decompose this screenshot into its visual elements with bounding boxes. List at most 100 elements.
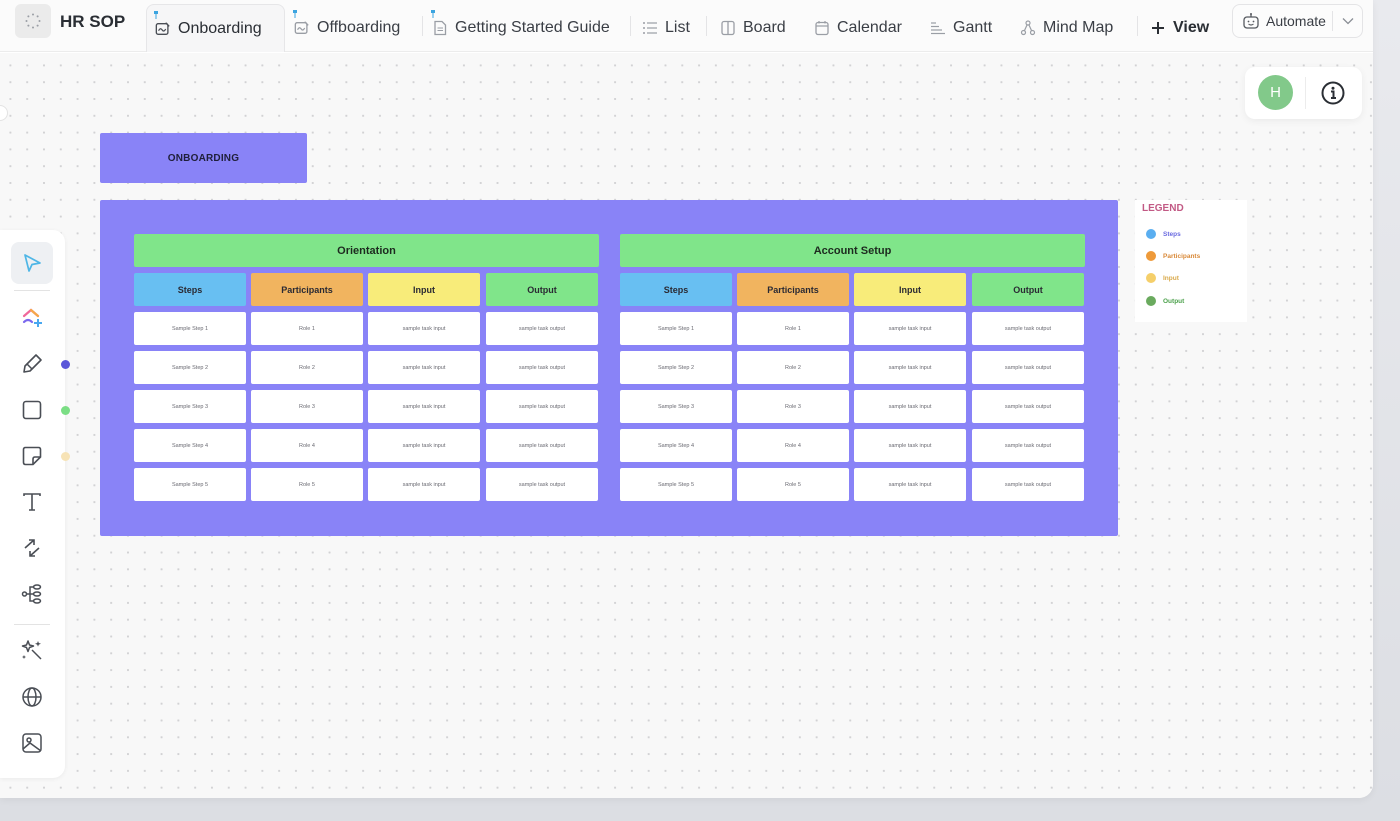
space-icon[interactable] [15, 4, 51, 38]
connector-arrows-icon [24, 539, 40, 557]
table-cell[interactable]: Sample Step 2 [620, 351, 732, 384]
table-cell[interactable]: sample task output [486, 390, 598, 423]
table-cell[interactable]: Sample Step 4 [620, 429, 732, 462]
collaborators-panel: H [1245, 67, 1362, 119]
section-title[interactable]: Account Setup [620, 234, 1085, 267]
tab-label: Getting Started Guide [455, 19, 610, 36]
tab-label: Gantt [953, 19, 993, 36]
table-cell[interactable]: Role 5 [737, 468, 849, 501]
tab-mind-map[interactable]: Mind Map [1012, 4, 1121, 52]
tab-list[interactable]: List [634, 4, 698, 52]
table-cell[interactable]: sample task output [486, 351, 598, 384]
avatar[interactable]: H [1258, 75, 1293, 110]
table-cell[interactable]: sample task output [486, 468, 598, 501]
legend-dot [1146, 273, 1156, 283]
table-cell[interactable]: sample task output [972, 429, 1084, 462]
avatar-initial: H [1270, 84, 1281, 101]
legend-label: Participants [1163, 252, 1201, 260]
view-tabs-bar: HR SOP Onboarding Offboarding Getting St… [0, 0, 1373, 52]
sidebar-collapse-handle[interactable] [0, 105, 8, 121]
pen-color-indicator[interactable] [61, 360, 70, 369]
column-header-output[interactable]: Output [972, 273, 1084, 306]
ai-magic-tool[interactable] [11, 629, 53, 671]
table-cell[interactable]: sample task output [972, 312, 1084, 345]
table-cell[interactable]: Sample Step 5 [134, 468, 246, 501]
table-cell[interactable]: Sample Step 2 [134, 351, 246, 384]
table-cell[interactable]: sample task output [486, 312, 598, 345]
sticky-note-tool[interactable] [11, 435, 53, 477]
mindmap-tool[interactable] [11, 573, 53, 615]
sop-board[interactable]: Orientation Steps Participants Input Output S… [100, 200, 1118, 536]
table-cell[interactable]: sample task input [368, 468, 480, 501]
shape-tool[interactable] [11, 389, 53, 431]
whiteboard-canvas[interactable]: ONBOARDING Orientation Steps Participants I… [0, 53, 1373, 798]
mindmap-icon [21, 584, 42, 604]
column-header-steps[interactable]: Steps [134, 273, 246, 306]
tab-onboarding[interactable]: Onboarding [146, 4, 285, 52]
table-cell[interactable]: Role 2 [737, 351, 849, 384]
pen-tool[interactable] [11, 343, 53, 385]
automate-dropdown[interactable] [1332, 11, 1362, 31]
table-cell[interactable]: Sample Step 4 [134, 429, 246, 462]
gantt-icon [930, 20, 946, 36]
column-header-input[interactable]: Input [368, 273, 480, 306]
table-cell[interactable]: sample task input [368, 390, 480, 423]
table-cell[interactable]: sample task input [854, 390, 966, 423]
table-cell[interactable]: sample task output [972, 351, 1084, 384]
embed-tool[interactable] [11, 676, 53, 718]
legend[interactable]: LEGEND Steps Participants Input Output [1135, 200, 1247, 322]
table-cell[interactable]: sample task output [486, 429, 598, 462]
column-header-participants[interactable]: Participants [737, 273, 849, 306]
select-tool[interactable] [11, 242, 53, 284]
table-cell[interactable]: sample task output [972, 468, 1084, 501]
connector-tool[interactable] [11, 527, 53, 569]
column-header-participants[interactable]: Participants [251, 273, 363, 306]
column-header-steps[interactable]: Steps [620, 273, 732, 306]
tab-getting-started-guide[interactable]: Getting Started Guide [424, 4, 618, 52]
text-tool[interactable] [11, 481, 53, 523]
whiteboard-icon [155, 21, 171, 37]
legend-title: LEGEND [1142, 203, 1184, 214]
onboarding-title-card[interactable]: ONBOARDING [100, 133, 307, 183]
pin-icon [293, 10, 297, 18]
table-cell[interactable]: Sample Step 5 [620, 468, 732, 501]
image-tool[interactable] [11, 722, 53, 764]
table-cell[interactable]: sample task input [854, 312, 966, 345]
info-button[interactable] [1320, 80, 1346, 106]
automate-button[interactable]: Automate [1232, 4, 1363, 38]
table-cell[interactable]: Role 1 [737, 312, 849, 345]
table-cell[interactable]: Role 4 [737, 429, 849, 462]
shape-color-indicator[interactable] [61, 406, 70, 415]
table-cell[interactable]: Role 3 [737, 390, 849, 423]
tab-board[interactable]: Board [712, 4, 794, 52]
tab-label: Onboarding [178, 19, 262, 37]
tab-gantt[interactable]: Gantt [922, 4, 1000, 52]
tab-offboarding[interactable]: Offboarding [286, 4, 408, 52]
add-view-button[interactable]: View [1142, 4, 1217, 52]
table-cell[interactable]: sample task input [854, 429, 966, 462]
column-header-output[interactable]: Output [486, 273, 598, 306]
column-header-input[interactable]: Input [854, 273, 966, 306]
table-cell[interactable]: sample task input [368, 429, 480, 462]
table-cell[interactable]: sample task input [854, 468, 966, 501]
table-cell[interactable]: Role 3 [251, 390, 363, 423]
tab-calendar[interactable]: Calendar [806, 4, 910, 52]
clickup-ai-tool[interactable] [11, 297, 53, 339]
tab-divider [422, 16, 423, 36]
table-cell[interactable]: Sample Step 3 [620, 390, 732, 423]
table-cell[interactable]: Role 2 [251, 351, 363, 384]
board-title: ONBOARDING [167, 152, 240, 164]
table-cell[interactable]: Role 4 [251, 429, 363, 462]
table-cell[interactable]: sample task input [368, 312, 480, 345]
table-cell[interactable]: Sample Step 1 [620, 312, 732, 345]
table-cell[interactable]: Sample Step 1 [134, 312, 246, 345]
legend-label: Steps [1163, 230, 1181, 238]
table-cell[interactable]: Role 5 [251, 468, 363, 501]
table-cell[interactable]: Sample Step 3 [134, 390, 246, 423]
table-cell[interactable]: sample task input [854, 351, 966, 384]
section-title[interactable]: Orientation [134, 234, 599, 267]
table-cell[interactable]: sample task output [972, 390, 1084, 423]
sticky-color-indicator[interactable] [61, 452, 70, 461]
table-cell[interactable]: sample task input [368, 351, 480, 384]
table-cell[interactable]: Role 1 [251, 312, 363, 345]
